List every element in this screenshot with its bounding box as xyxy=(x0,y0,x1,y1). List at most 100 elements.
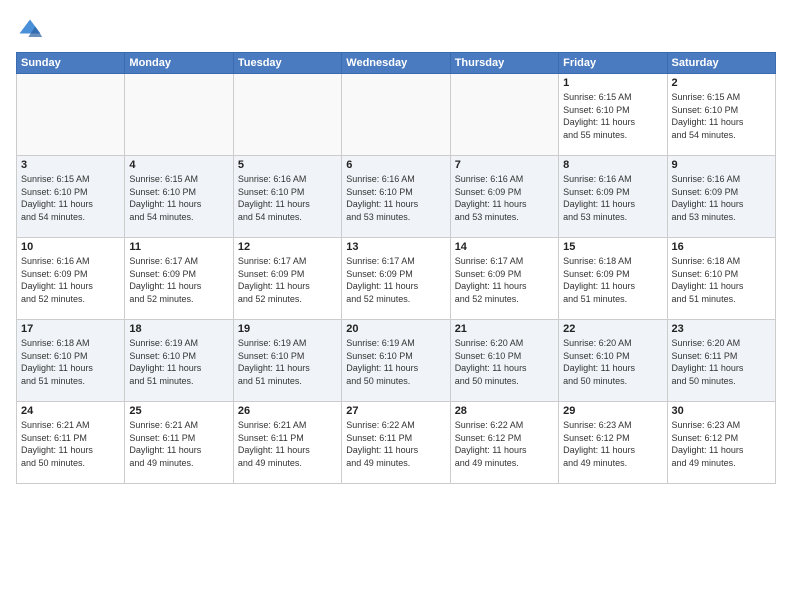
day-cell-26: 26 Sunrise: 6:21 AM Sunset: 6:11 PM Dayli… xyxy=(233,402,341,484)
empty-cell xyxy=(17,74,125,156)
day-cell-27: 27 Sunrise: 6:22 AM Sunset: 6:11 PM Dayli… xyxy=(342,402,450,484)
header xyxy=(16,16,776,44)
day-number-7: 7 xyxy=(455,159,554,171)
day-cell-18: 18Sunrise: 6:19 AM Sunset: 6:10 PM Dayli… xyxy=(125,320,233,402)
day-info-23: Sunrise: 6:20 AM Sunset: 6:11 PM Dayligh… xyxy=(672,337,771,387)
day-number-5: 5 xyxy=(238,159,337,171)
day-number-14: 14 xyxy=(455,241,554,253)
day-cell-12: 12 Sunrise: 6:17 AM Sunset: 6:09 PM Dayli… xyxy=(233,238,341,320)
day-number-29: 29 xyxy=(563,405,662,417)
day-number-6: 6 xyxy=(346,159,445,171)
day-info-28: Sunrise: 6:22 AM Sunset: 6:12 PM Dayligh… xyxy=(455,419,554,469)
day-number-15: 15 xyxy=(563,241,662,253)
empty-cell xyxy=(125,74,233,156)
day-number-27: 27 xyxy=(346,405,445,417)
day-info-25: Sunrise: 6:21 AM Sunset: 6:11 PM Dayligh… xyxy=(129,419,228,469)
page: SundayMondayTuesdayWednesdayThursdayFrid… xyxy=(0,0,792,612)
day-info-19: Sunrise: 6:19 AM Sunset: 6:10 PM Dayligh… xyxy=(238,337,337,387)
week-row-2: 3 Sunrise: 6:15 AM Sunset: 6:10 PM Daylig… xyxy=(17,156,776,238)
day-cell-20: 20 Sunrise: 6:19 AM Sunset: 6:10 PM Dayli… xyxy=(342,320,450,402)
day-number-26: 26 xyxy=(238,405,337,417)
day-cell-4: 4 Sunrise: 6:15 AM Sunset: 6:10 PM Daylig… xyxy=(125,156,233,238)
empty-cell xyxy=(342,74,450,156)
day-number-11: 11 xyxy=(129,241,228,253)
week-row-1: 1 Sunrise: 6:15 AM Sunset: 6:10 PM Daylig… xyxy=(17,74,776,156)
day-info-17: Sunrise: 6:18 AM Sunset: 6:10 PM Dayligh… xyxy=(21,337,120,387)
day-cell-7: 7 Sunrise: 6:16 AM Sunset: 6:09 PM Daylig… xyxy=(450,156,558,238)
day-info-6: Sunrise: 6:16 AM Sunset: 6:10 PM Dayligh… xyxy=(346,173,445,223)
day-info-2: Sunrise: 6:15 AM Sunset: 6:10 PM Dayligh… xyxy=(672,91,771,141)
day-cell-9: 9Sunrise: 6:16 AM Sunset: 6:09 PM Daylig… xyxy=(667,156,775,238)
day-number-13: 13 xyxy=(346,241,445,253)
day-number-16: 16 xyxy=(672,241,771,253)
day-number-22: 22 xyxy=(563,323,662,335)
day-number-28: 28 xyxy=(455,405,554,417)
day-cell-23: 23 Sunrise: 6:20 AM Sunset: 6:11 PM Dayli… xyxy=(667,320,775,402)
day-cell-17: 17Sunrise: 6:18 AM Sunset: 6:10 PM Dayli… xyxy=(17,320,125,402)
day-cell-3: 3 Sunrise: 6:15 AM Sunset: 6:10 PM Daylig… xyxy=(17,156,125,238)
empty-cell xyxy=(233,74,341,156)
weekday-header-wednesday: Wednesday xyxy=(342,53,450,74)
day-info-16: Sunrise: 6:18 AM Sunset: 6:10 PM Dayligh… xyxy=(672,255,771,305)
day-cell-15: 15 Sunrise: 6:18 AM Sunset: 6:09 PM Dayli… xyxy=(559,238,667,320)
day-cell-28: 28 Sunrise: 6:22 AM Sunset: 6:12 PM Dayli… xyxy=(450,402,558,484)
weekday-header-friday: Friday xyxy=(559,53,667,74)
day-number-18: 18 xyxy=(129,323,228,335)
day-number-1: 1 xyxy=(563,77,662,89)
weekday-header-row: SundayMondayTuesdayWednesdayThursdayFrid… xyxy=(17,53,776,74)
day-info-4: Sunrise: 6:15 AM Sunset: 6:10 PM Dayligh… xyxy=(129,173,228,223)
day-number-30: 30 xyxy=(672,405,771,417)
day-cell-2: 2 Sunrise: 6:15 AM Sunset: 6:10 PM Daylig… xyxy=(667,74,775,156)
day-cell-5: 5Sunrise: 6:16 AM Sunset: 6:10 PM Daylig… xyxy=(233,156,341,238)
weekday-header-thursday: Thursday xyxy=(450,53,558,74)
day-info-7: Sunrise: 6:16 AM Sunset: 6:09 PM Dayligh… xyxy=(455,173,554,223)
day-info-20: Sunrise: 6:19 AM Sunset: 6:10 PM Dayligh… xyxy=(346,337,445,387)
day-number-19: 19 xyxy=(238,323,337,335)
day-info-21: Sunrise: 6:20 AM Sunset: 6:10 PM Dayligh… xyxy=(455,337,554,387)
day-cell-11: 11 Sunrise: 6:17 AM Sunset: 6:09 PM Dayli… xyxy=(125,238,233,320)
day-number-12: 12 xyxy=(238,241,337,253)
day-info-8: Sunrise: 6:16 AM Sunset: 6:09 PM Dayligh… xyxy=(563,173,662,223)
day-info-30: Sunrise: 6:23 AM Sunset: 6:12 PM Dayligh… xyxy=(672,419,771,469)
day-info-1: Sunrise: 6:15 AM Sunset: 6:10 PM Dayligh… xyxy=(563,91,662,141)
day-number-10: 10 xyxy=(21,241,120,253)
day-info-26: Sunrise: 6:21 AM Sunset: 6:11 PM Dayligh… xyxy=(238,419,337,469)
day-number-20: 20 xyxy=(346,323,445,335)
day-cell-8: 8Sunrise: 6:16 AM Sunset: 6:09 PM Daylig… xyxy=(559,156,667,238)
day-info-29: Sunrise: 6:23 AM Sunset: 6:12 PM Dayligh… xyxy=(563,419,662,469)
day-info-3: Sunrise: 6:15 AM Sunset: 6:10 PM Dayligh… xyxy=(21,173,120,223)
week-row-3: 10 Sunrise: 6:16 AM Sunset: 6:09 PM Dayli… xyxy=(17,238,776,320)
day-number-9: 9 xyxy=(672,159,771,171)
weekday-header-sunday: Sunday xyxy=(17,53,125,74)
day-cell-19: 19 Sunrise: 6:19 AM Sunset: 6:10 PM Dayli… xyxy=(233,320,341,402)
day-number-4: 4 xyxy=(129,159,228,171)
day-cell-13: 13 Sunrise: 6:17 AM Sunset: 6:09 PM Dayli… xyxy=(342,238,450,320)
week-row-4: 17Sunrise: 6:18 AM Sunset: 6:10 PM Dayli… xyxy=(17,320,776,402)
day-cell-14: 14Sunrise: 6:17 AM Sunset: 6:09 PM Dayli… xyxy=(450,238,558,320)
day-info-11: Sunrise: 6:17 AM Sunset: 6:09 PM Dayligh… xyxy=(129,255,228,305)
day-number-2: 2 xyxy=(672,77,771,89)
logo xyxy=(16,16,48,44)
day-info-12: Sunrise: 6:17 AM Sunset: 6:09 PM Dayligh… xyxy=(238,255,337,305)
day-number-3: 3 xyxy=(21,159,120,171)
empty-cell xyxy=(450,74,558,156)
day-cell-21: 21 Sunrise: 6:20 AM Sunset: 6:10 PM Dayli… xyxy=(450,320,558,402)
day-cell-24: 24 Sunrise: 6:21 AM Sunset: 6:11 PM Dayli… xyxy=(17,402,125,484)
day-info-15: Sunrise: 6:18 AM Sunset: 6:09 PM Dayligh… xyxy=(563,255,662,305)
weekday-header-monday: Monday xyxy=(125,53,233,74)
day-number-25: 25 xyxy=(129,405,228,417)
day-number-23: 23 xyxy=(672,323,771,335)
logo-icon xyxy=(16,16,44,44)
day-cell-29: 29 Sunrise: 6:23 AM Sunset: 6:12 PM Dayli… xyxy=(559,402,667,484)
day-number-21: 21 xyxy=(455,323,554,335)
week-row-5: 24 Sunrise: 6:21 AM Sunset: 6:11 PM Dayli… xyxy=(17,402,776,484)
day-info-27: Sunrise: 6:22 AM Sunset: 6:11 PM Dayligh… xyxy=(346,419,445,469)
day-info-10: Sunrise: 6:16 AM Sunset: 6:09 PM Dayligh… xyxy=(21,255,120,305)
day-info-24: Sunrise: 6:21 AM Sunset: 6:11 PM Dayligh… xyxy=(21,419,120,469)
day-info-13: Sunrise: 6:17 AM Sunset: 6:09 PM Dayligh… xyxy=(346,255,445,305)
day-info-22: Sunrise: 6:20 AM Sunset: 6:10 PM Dayligh… xyxy=(563,337,662,387)
day-number-24: 24 xyxy=(21,405,120,417)
calendar: SundayMondayTuesdayWednesdayThursdayFrid… xyxy=(16,52,776,484)
day-cell-25: 25 Sunrise: 6:21 AM Sunset: 6:11 PM Dayli… xyxy=(125,402,233,484)
weekday-header-tuesday: Tuesday xyxy=(233,53,341,74)
